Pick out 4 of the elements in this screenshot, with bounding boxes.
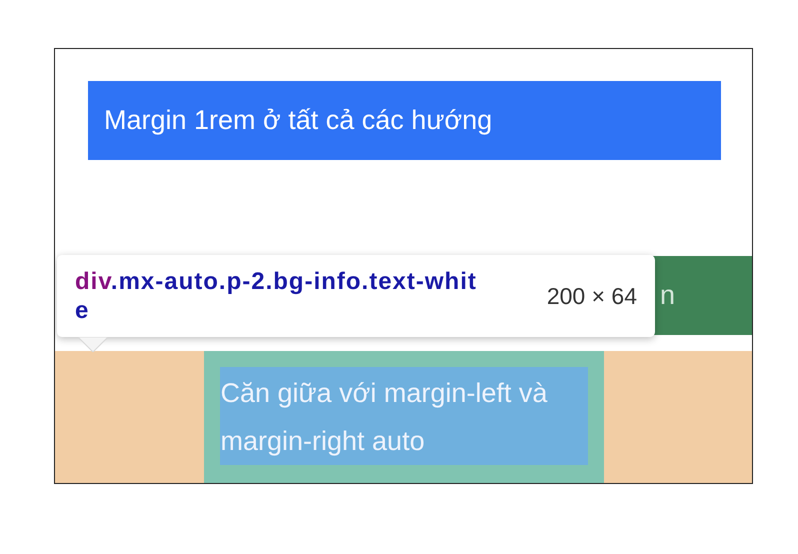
- element-size: 200 × 64: [546, 282, 637, 310]
- heading-banner: Margin 1rem ở tất cả các hướng: [88, 81, 721, 160]
- element-selector: div.mx-auto.p-2.bg-info.text-white: [75, 267, 478, 325]
- highlighted-box-text: Căn giữa với margin-left và margin-right auto: [220, 367, 588, 465]
